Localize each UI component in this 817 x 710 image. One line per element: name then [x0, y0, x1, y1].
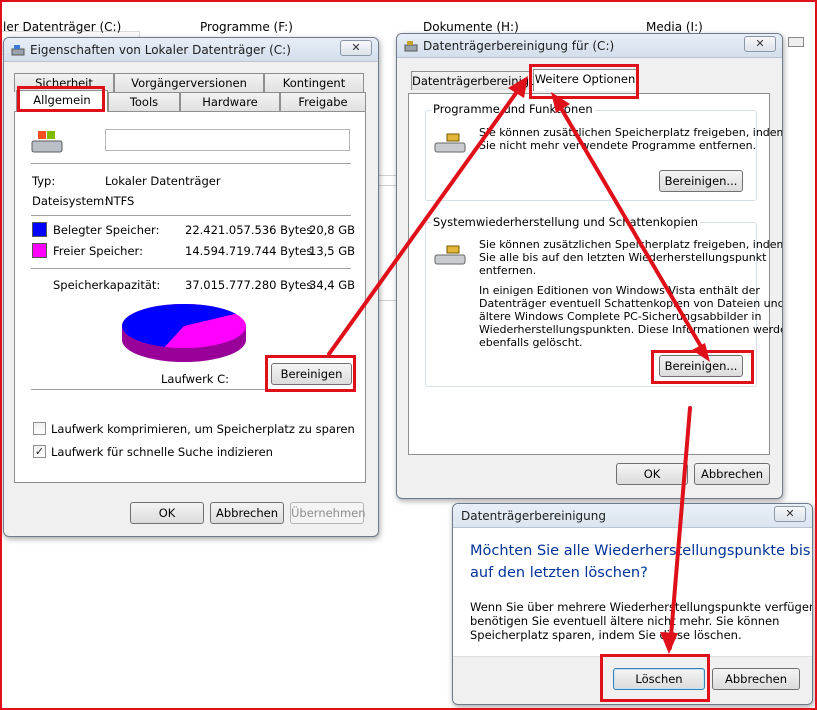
used-space-gb: 20,8 GB	[309, 223, 356, 237]
cancel-button[interactable]: Abbrechen	[712, 668, 800, 690]
restore-note-line: ältere Windows Complete PC-Sicherungsabb…	[479, 310, 762, 323]
confirm-title: Datenträgerbereinigung	[461, 509, 606, 523]
confirm-dialog: Datenträgerbereinigung ✕ Möchten Sie all…	[452, 503, 813, 705]
drive-cleanup-icon	[434, 133, 466, 153]
tab-weitere-optionen[interactable]: Weitere Optionen	[533, 69, 637, 91]
free-space-gb: 13,5 GB	[309, 244, 356, 258]
confirm-titlebar[interactable]: Datenträgerbereinigung ✕	[453, 504, 812, 528]
compress-checkbox[interactable]	[33, 422, 46, 435]
used-space-swatch	[32, 222, 47, 237]
drive-c-label[interactable]: ler Datenträger (C:)	[3, 20, 121, 34]
restore-description-line: entfernen.	[479, 264, 537, 277]
filesystem-value: NTFS	[105, 194, 135, 208]
capacity-label: Speicherkapazität:	[53, 278, 161, 292]
free-space-label: Freier Speicher:	[53, 244, 143, 258]
programs-group-title: Programme und Funktionen	[431, 102, 595, 116]
tab-vorgaengerversionen[interactable]: Vorgängerversionen	[114, 73, 264, 92]
restore-description-line: Sie können zusätzlichen Speicherplatz fr…	[479, 238, 783, 251]
divider	[31, 268, 351, 269]
disk-cleanup-title: Datenträgerbereinigung für (C:)	[423, 39, 615, 53]
drive-i-usage-bar	[788, 37, 804, 47]
delete-button[interactable]: Löschen	[613, 668, 705, 690]
volume-name-input[interactable]	[105, 129, 350, 151]
used-space-bytes: 22.421.057.536 Bytes	[185, 223, 313, 237]
disk-cleanup-titlebar[interactable]: Datenträgerbereinigung für (C:) ✕	[397, 34, 782, 58]
cleanup-button[interactable]: Bereinigen	[271, 363, 352, 385]
close-button[interactable]: ✕	[744, 36, 776, 52]
type-value: Lokaler Datenträger	[105, 174, 221, 188]
tab-allgemein[interactable]: Allgemein	[16, 90, 108, 112]
drive-icon	[11, 45, 25, 56]
free-space-bytes: 14.594.719.744 Bytes	[185, 244, 313, 258]
restore-group-title: Systemwiederherstellung und Schattenkopi…	[431, 215, 701, 229]
restore-note-line: ebenfalls gelöscht.	[479, 336, 583, 349]
tab-kontingent[interactable]: Kontingent	[264, 73, 364, 92]
tab-tools[interactable]: Tools	[108, 92, 180, 111]
restore-note-line: Wiederherstellungspunkten. Diese Informa…	[479, 323, 783, 336]
drive-i-label[interactable]: Media (I:)	[646, 20, 703, 34]
index-checkbox[interactable]: ✓	[33, 445, 46, 458]
confirm-body-line: Wenn Sie über mehrere Wiederherstellungs…	[470, 600, 813, 614]
disk-usage-pie	[121, 303, 246, 362]
properties-titlebar[interactable]: Eigenschaften von Lokaler Datenträger (C…	[4, 38, 378, 62]
properties-title: Eigenschaften von Lokaler Datenträger (C…	[30, 43, 291, 57]
compress-label[interactable]: Laufwerk komprimieren, um Speicherplatz …	[51, 422, 355, 436]
confirm-body-line: benötigen Sie eventuell ältere nicht meh…	[470, 614, 780, 628]
disk-cleanup-window: Datenträgerbereinigung für (C:) ✕ Datent…	[396, 33, 783, 499]
ok-button[interactable]: OK	[616, 463, 688, 485]
divider	[31, 215, 351, 216]
tab-hardware[interactable]: Hardware	[180, 92, 280, 111]
drive-icon	[404, 41, 418, 52]
checkmark-icon: ✓	[34, 445, 45, 458]
restore-cleanup-button[interactable]: Bereinigen...	[659, 355, 743, 377]
cancel-button[interactable]: Abbrechen	[694, 463, 770, 485]
restore-description-line: Sie alle bis auf den letzten Wiederherst…	[479, 251, 767, 264]
capacity-gb: 34,4 GB	[309, 278, 356, 292]
drive-icon	[31, 131, 63, 153]
free-space-swatch	[32, 243, 47, 258]
confirm-question-line: Möchten Sie alle Wiederherstellungspunkt…	[470, 543, 811, 559]
confirm-body-line: Speicherplatz sparen, indem Sie diese lö…	[470, 628, 742, 642]
tab-freigabe[interactable]: Freigabe	[280, 92, 366, 111]
divider	[31, 389, 351, 390]
tab-datentraegerbereinigung[interactable]: Datenträgerbereinigung	[411, 71, 551, 90]
divider	[31, 163, 351, 164]
drive-f-label[interactable]: Programme (F:)	[200, 20, 293, 34]
filesystem-label: Dateisystem:	[32, 194, 109, 208]
confirm-question-line: auf den letzten löschen?	[470, 565, 648, 581]
programs-description-line: Sie können zusätzlichen Speicherplatz fr…	[479, 126, 783, 139]
ok-button[interactable]: OK	[130, 502, 204, 524]
properties-window: Eigenschaften von Lokaler Datenträger (C…	[3, 37, 379, 537]
drive-letter-label: Laufwerk C:	[161, 372, 230, 386]
programs-description-line: Sie nicht mehr verwendete Programme entf…	[479, 139, 757, 152]
drive-cleanup-icon	[434, 245, 466, 265]
background-line	[378, 300, 398, 301]
background-line	[378, 175, 398, 176]
drive-h-label[interactable]: Dokumente (H:)	[423, 20, 519, 34]
cancel-button[interactable]: Abbrechen	[210, 502, 284, 524]
restore-note-line: Datenträger eventuell Schattenkopien von…	[479, 297, 783, 310]
capacity-bytes: 37.015.777.280 Bytes	[185, 278, 313, 292]
restore-note-line: In einigen Editionen von Windows Vista e…	[479, 284, 760, 297]
programs-cleanup-button[interactable]: Bereinigen...	[659, 170, 743, 192]
index-label[interactable]: Laufwerk für schnelle Suche indizieren	[51, 445, 273, 459]
apply-button[interactable]: Übernehmen	[290, 502, 366, 524]
used-space-label: Belegter Speicher:	[53, 223, 160, 237]
background-line	[378, 185, 398, 186]
close-button[interactable]: ✕	[340, 40, 372, 56]
type-label: Typ:	[32, 174, 56, 188]
close-button[interactable]: ✕	[774, 506, 806, 522]
